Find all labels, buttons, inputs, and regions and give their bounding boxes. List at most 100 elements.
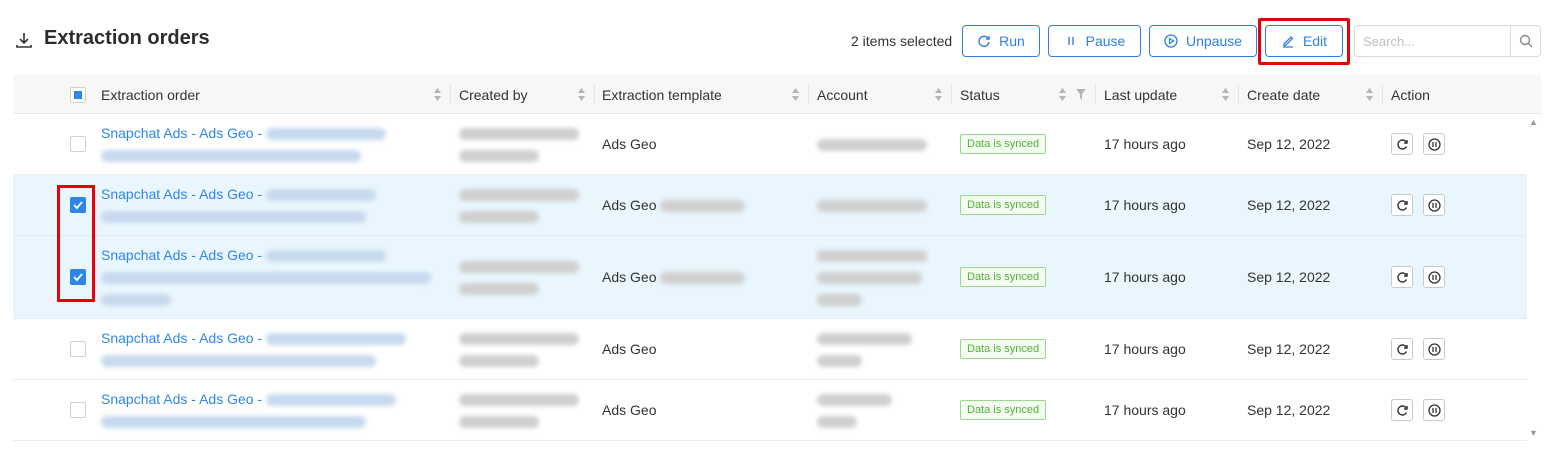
- refresh-icon: [1396, 138, 1408, 150]
- template-cell: Ads Geo: [602, 266, 746, 288]
- column-header-status[interactable]: Status: [960, 75, 1000, 114]
- pause-row-button[interactable]: [1423, 194, 1445, 216]
- account-cell: [817, 327, 912, 371]
- column-separator: [450, 85, 451, 104]
- run-row-button[interactable]: [1391, 266, 1413, 288]
- checkbox-highlight-box: [57, 185, 95, 302]
- pause-row-button[interactable]: [1423, 266, 1445, 288]
- account-cell: [817, 244, 927, 310]
- run-row-button[interactable]: [1391, 338, 1413, 360]
- redacted-text: [266, 394, 396, 407]
- extraction-order-link[interactable]: Snapchat Ads - Ads Geo -: [101, 247, 262, 263]
- filter-icon[interactable]: [1076, 89, 1086, 100]
- extraction-order-link[interactable]: Snapchat Ads - Ads Geo -: [101, 330, 262, 346]
- redacted-text: [266, 128, 386, 141]
- page-header: Extraction orders 2 items selected Run P…: [0, 0, 1553, 75]
- table-row: Snapchat Ads - Ads Geo - Ads Geo Data is…: [13, 236, 1527, 319]
- select-all-checkbox[interactable]: [70, 87, 86, 103]
- sort-icon[interactable]: [791, 88, 800, 101]
- created-by-cell: [459, 183, 579, 227]
- redacted-text: [660, 272, 746, 285]
- status-badge: Data is synced: [960, 400, 1047, 420]
- run-button-label: Run: [999, 33, 1025, 49]
- account-cell: [817, 133, 927, 155]
- search-button[interactable]: [1510, 26, 1540, 56]
- search-input[interactable]: [1355, 26, 1510, 56]
- extraction-order-link[interactable]: Snapchat Ads - Ads Geo -: [101, 125, 262, 141]
- sort-icon[interactable]: [1365, 88, 1374, 101]
- unpause-button-label: Unpause: [1185, 33, 1243, 49]
- unpause-button[interactable]: Unpause: [1149, 25, 1257, 57]
- redacted-text: [817, 333, 912, 346]
- pause-row-button[interactable]: [1423, 338, 1445, 360]
- table-row: Snapchat Ads - Ads Geo - Ads Geo Data is…: [13, 175, 1527, 236]
- row-checkbox[interactable]: [70, 341, 86, 357]
- extraction-order-cell: Snapchat Ads - Ads Geo -: [101, 388, 441, 432]
- pause-circle-icon: [1427, 270, 1441, 284]
- row-checkbox[interactable]: [70, 136, 86, 152]
- column-header-action: Action: [1391, 86, 1430, 103]
- sort-icon[interactable]: [1058, 88, 1067, 101]
- redacted-text: [459, 394, 579, 407]
- column-separator: [808, 85, 809, 104]
- column-header-extraction-order[interactable]: Extraction order: [101, 75, 200, 114]
- redacted-text: [817, 200, 927, 213]
- row-checkbox[interactable]: [70, 402, 86, 418]
- pause-row-button[interactable]: [1423, 399, 1445, 421]
- redacted-text: [459, 261, 579, 274]
- extraction-order-link[interactable]: Snapchat Ads - Ads Geo -: [101, 186, 262, 202]
- status-badge: Data is synced: [960, 134, 1047, 154]
- edit-highlight-box: [1258, 18, 1350, 65]
- sort-icon[interactable]: [433, 88, 442, 101]
- column-separator: [951, 85, 952, 104]
- run-row-button[interactable]: [1391, 133, 1413, 155]
- column-header-account[interactable]: Account: [817, 75, 868, 114]
- redacted-text: [459, 211, 539, 224]
- download-icon: [16, 33, 32, 48]
- table-row: Snapchat Ads - Ads Geo - Ads Geo Data is…: [13, 319, 1527, 380]
- pause-circle-icon: [1427, 342, 1441, 356]
- redacted-text: [459, 128, 579, 141]
- sort-icon[interactable]: [934, 88, 943, 101]
- sort-icon[interactable]: [577, 88, 586, 101]
- column-separator: [1095, 85, 1096, 104]
- template-cell: Ads Geo: [602, 136, 657, 152]
- scroll-down-arrow-icon[interactable]: ▼: [1529, 428, 1538, 438]
- page-title: Extraction orders: [44, 27, 210, 49]
- last-update-cell: 17 hours ago: [1104, 269, 1186, 285]
- extraction-order-link[interactable]: Snapchat Ads - Ads Geo -: [101, 391, 262, 407]
- redacted-text: [459, 355, 539, 368]
- account-cell: [817, 194, 927, 216]
- column-header-last-update[interactable]: Last update: [1104, 75, 1177, 114]
- scroll-up-arrow-icon[interactable]: ▲: [1529, 117, 1538, 127]
- redacted-text: [459, 333, 579, 346]
- redacted-text: [459, 189, 579, 202]
- pause-button-label: Pause: [1085, 33, 1126, 49]
- status-badge: Data is synced: [960, 267, 1047, 287]
- pause-circle-icon: [1427, 403, 1441, 417]
- column-separator: [594, 85, 595, 104]
- column-header-create-date[interactable]: Create date: [1247, 75, 1320, 114]
- refresh-icon: [978, 35, 990, 47]
- table-row: Snapchat Ads - Ads Geo - Ads Geo Data is…: [13, 114, 1527, 175]
- run-button[interactable]: Run: [962, 25, 1040, 57]
- run-row-button[interactable]: [1391, 194, 1413, 216]
- redacted-text: [459, 416, 539, 429]
- column-header-extraction-template[interactable]: Extraction template: [602, 75, 722, 114]
- run-row-button[interactable]: [1391, 399, 1413, 421]
- extraction-order-cell: Snapchat Ads - Ads Geo -: [101, 122, 441, 166]
- table-header: Extraction order Created by Extraction t…: [13, 75, 1541, 114]
- sort-icon[interactable]: [1221, 88, 1230, 101]
- column-separator: [1382, 85, 1383, 104]
- pause-button[interactable]: Pause: [1048, 25, 1141, 57]
- redacted-text: [101, 416, 366, 429]
- play-circle-icon: [1164, 34, 1178, 48]
- template-text: Ads Geo: [602, 197, 657, 213]
- pause-row-button[interactable]: [1423, 133, 1445, 155]
- redacted-text: [266, 250, 386, 263]
- column-header-created-by[interactable]: Created by: [459, 75, 527, 114]
- status-badge: Data is synced: [960, 195, 1047, 215]
- redacted-text: [817, 272, 922, 285]
- created-by-cell: [459, 255, 579, 299]
- extraction-order-cell: Snapchat Ads - Ads Geo -: [101, 327, 441, 371]
